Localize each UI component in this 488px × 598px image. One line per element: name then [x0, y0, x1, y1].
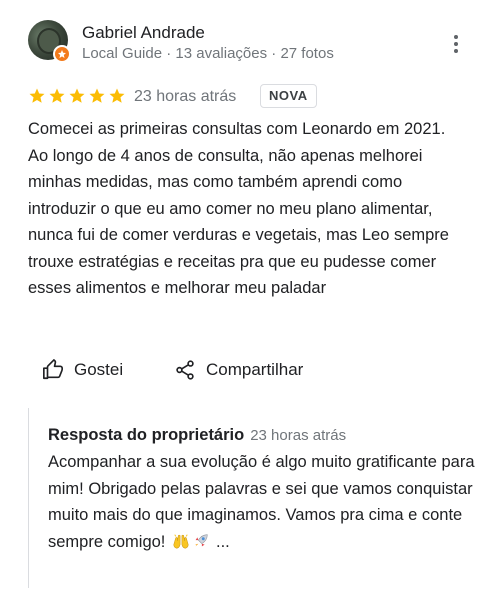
- owner-response-body: Acompanhar a sua evolução é algo muito g…: [48, 453, 475, 551]
- owner-response-header: Resposta do proprietário 23 horas atrás: [48, 426, 346, 445]
- review-actions: Gostei Compartilhar: [42, 357, 442, 385]
- avatar[interactable]: [28, 20, 71, 63]
- rocket-icon: [194, 533, 208, 546]
- rating-row: 23 horas atrás NOVA: [28, 84, 468, 108]
- local-guide-badge-icon: [53, 45, 71, 63]
- owner-response-title: Resposta do proprietário: [48, 426, 245, 444]
- review-card: Gabriel Andrade Local Guide · 13 avaliaç…: [0, 0, 488, 598]
- share-button[interactable]: Compartilhar: [174, 357, 303, 383]
- star-rating: [28, 87, 126, 105]
- star-icon: [49, 88, 65, 103]
- read-more-link[interactable]: ...: [216, 533, 230, 551]
- owner-response: Resposta do proprietário 23 horas atrás A…: [28, 408, 475, 588]
- like-button[interactable]: Gostei: [42, 357, 123, 383]
- more-options-icon[interactable]: [444, 30, 468, 58]
- raising-hands-icon: [173, 533, 189, 548]
- like-label: Gostei: [74, 360, 124, 379]
- new-badge: NOVA: [260, 84, 317, 108]
- star-icon: [29, 88, 45, 103]
- owner-response-time: 23 horas atrás: [250, 427, 347, 444]
- thumbs-up-icon: [43, 359, 63, 380]
- star-icon: [69, 88, 85, 103]
- review-time: 23 horas atrás: [134, 88, 237, 105]
- share-icon: [176, 360, 194, 380]
- star-icon: [109, 88, 125, 103]
- reviewer-name[interactable]: Gabriel Andrade: [82, 23, 205, 43]
- owner-response-text: Acompanhar a sua evolução é algo muito g…: [48, 449, 478, 555]
- review-header: Gabriel Andrade Local Guide · 13 avaliaç…: [28, 20, 468, 70]
- share-label: Compartilhar: [206, 360, 304, 379]
- star-icon: [89, 88, 105, 103]
- reviewer-meta: Local Guide · 13 avaliações · 27 fotos: [82, 45, 334, 62]
- review-text: Comecei as primeiras consultas com Leona…: [28, 120, 449, 297]
